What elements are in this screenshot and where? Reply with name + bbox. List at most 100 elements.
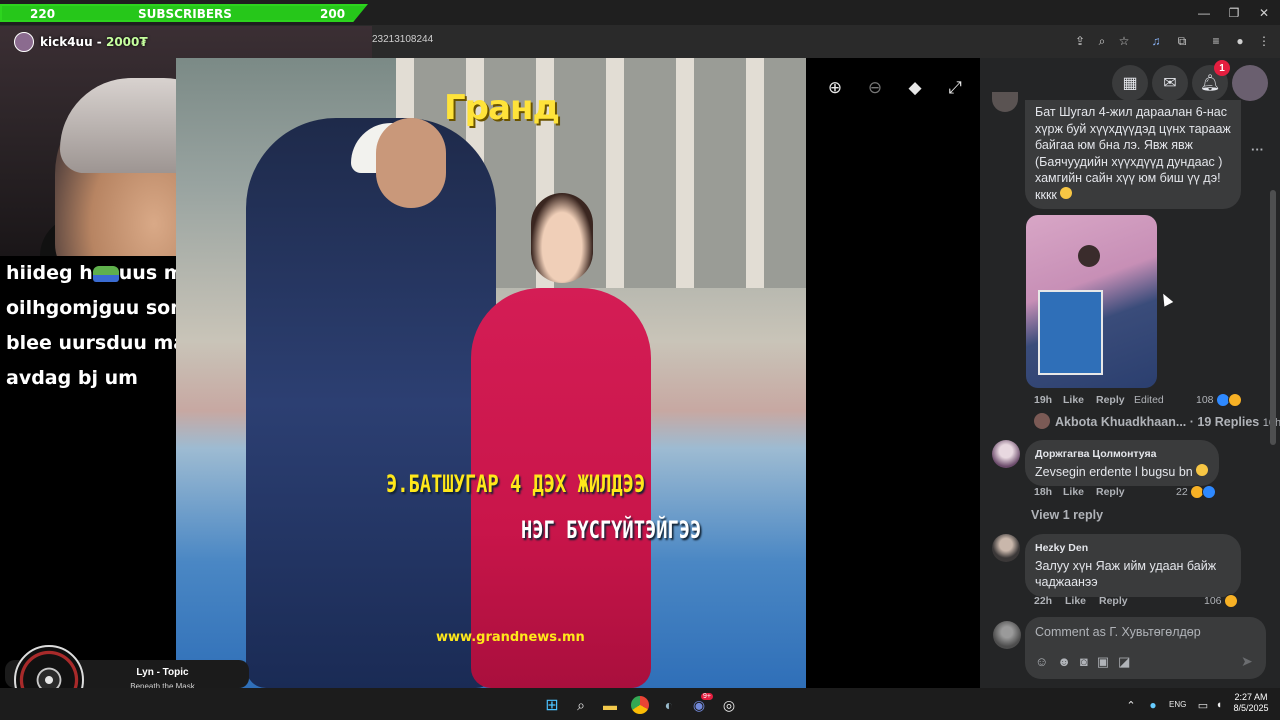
browser-menu-icon[interactable]: ⋮ bbox=[1256, 33, 1272, 49]
comment3-like-button[interactable]: Like bbox=[1065, 595, 1086, 607]
comment1-like-button[interactable]: Like bbox=[1063, 394, 1084, 406]
reply-author-name: Akbota Khuadkhaan... bbox=[1055, 415, 1187, 429]
windows-taskbar: ⊞ ⌕ ▬ ◐ ◉ 9+ ◎ ⌃ ● ENG ▭ ◖ bbox=[0, 688, 1280, 720]
comment3-avatar[interactable] bbox=[992, 534, 1020, 562]
tray-overflow-icon[interactable]: ⌃ bbox=[1122, 696, 1140, 714]
language-indicator[interactable]: ENG bbox=[1169, 700, 1186, 709]
zoom-icon[interactable]: ⌕ bbox=[1094, 33, 1110, 49]
comment3-time: 22h bbox=[1034, 595, 1053, 607]
send-icon[interactable]: ➤ bbox=[1241, 653, 1253, 670]
comment3-reactions[interactable]: 106 bbox=[1204, 594, 1238, 608]
comment-placeholder: Comment as Г. Хувьтөгөлдөр bbox=[1035, 625, 1201, 639]
camera-icon[interactable]: ◙ bbox=[1080, 654, 1088, 670]
comment-input[interactable]: Comment as Г. Хувьтөгөлдөр ☺ ☻ ◙ ▣ ◪ ➤ bbox=[1025, 617, 1266, 679]
comment2-time: 18h bbox=[1034, 486, 1053, 498]
clock-time: 2:27 AM bbox=[1234, 692, 1268, 702]
comment2-like-button[interactable]: Like bbox=[1063, 486, 1084, 498]
install-app-icon[interactable]: ⇪ bbox=[1072, 33, 1088, 49]
like-reaction-icon bbox=[1201, 485, 1216, 499]
comment2-text: Zevsegin erdente l bugsu bn bbox=[1035, 464, 1193, 479]
overlay-text-part1: hiideg h bbox=[6, 262, 93, 284]
comment2-reactions[interactable]: 22 bbox=[1176, 485, 1216, 499]
smile-emoji-icon bbox=[1196, 463, 1209, 476]
apps-grid-icon[interactable]: ▦ bbox=[1112, 65, 1148, 101]
backpack-emblem bbox=[1078, 245, 1100, 267]
view-1-reply-link[interactable]: View 1 reply bbox=[1031, 508, 1103, 522]
tag-icon[interactable]: ◆ bbox=[904, 77, 926, 99]
comment2-avatar[interactable] bbox=[992, 440, 1020, 468]
comment3-reaction-count: 106 bbox=[1204, 595, 1222, 607]
notification-badge: 1 bbox=[1214, 60, 1230, 76]
subscriber-goal-bar: 220 SUBSCRIBERS 200 bbox=[0, 4, 368, 22]
fullscreen-icon[interactable]: ⤢ bbox=[944, 77, 966, 99]
haha-reaction-icon bbox=[1223, 594, 1238, 608]
grin-emoji-icon bbox=[1060, 186, 1073, 199]
reply-author-avatar[interactable] bbox=[1034, 413, 1050, 429]
reading-list-icon[interactable]: ≡ bbox=[1208, 33, 1224, 49]
chrome-icon[interactable] bbox=[631, 696, 649, 714]
backpack-flyer bbox=[1038, 290, 1103, 375]
subscriber-label: SUBSCRIBERS bbox=[138, 7, 232, 21]
photo-viewer-panel: ⊕ ⊖ ◆ ⤢ bbox=[806, 58, 980, 688]
file-explorer-icon[interactable]: ▬ bbox=[601, 696, 619, 714]
zoom-in-icon[interactable]: ⊕ bbox=[824, 77, 846, 99]
clock-date: 8/5/2025 bbox=[1233, 703, 1269, 713]
comment3-author[interactable]: Hezky Den bbox=[1035, 540, 1231, 557]
comments-scrollbar[interactable] bbox=[1270, 190, 1276, 445]
avatar-sticker-icon[interactable]: ☺ bbox=[1035, 654, 1048, 670]
windows-start-icon[interactable]: ⊞ bbox=[543, 696, 561, 714]
gif-icon[interactable]: ▣ bbox=[1097, 654, 1109, 670]
system-clock[interactable]: 2:27 AM 8/5/2025 bbox=[1222, 692, 1280, 714]
photo-caption-line1: Э.БАТШУГАР 4 ДЭХ ЖИЛДЭЭ bbox=[386, 470, 646, 498]
music-title: Lyn - Topic bbox=[136, 667, 189, 678]
replies-count: · 19 Replies bbox=[1189, 415, 1260, 429]
search-icon[interactable]: ⌕ bbox=[572, 696, 590, 714]
messenger-icon[interactable]: ✉ bbox=[1152, 65, 1188, 101]
close-icon[interactable]: ✕ bbox=[1256, 5, 1272, 21]
extension-audio-icon[interactable]: ♫ bbox=[1148, 33, 1164, 49]
photo-website: www.grandnews.mn bbox=[436, 630, 585, 645]
emoji-icon[interactable]: ☻ bbox=[1057, 654, 1071, 670]
discord-badge: 9+ bbox=[701, 693, 713, 700]
subscriber-current: 220 bbox=[30, 7, 56, 21]
facebook-comments-panel: ▦ ✉ 🔔︎ 1 Бат Шугал 4-жил дараалан 6-нас … bbox=[980, 58, 1280, 688]
restore-icon[interactable]: ❐ bbox=[1226, 5, 1242, 21]
grand-logo: Гранд bbox=[444, 88, 560, 128]
comment3-bubble: Hezky Den Залуу хүн Яаж ийм удаан байж ч… bbox=[1025, 534, 1241, 597]
profile-avatar-icon[interactable]: ● bbox=[1232, 33, 1248, 49]
url-text[interactable]: 23213108244 bbox=[372, 34, 433, 45]
pepe-emote-icon bbox=[92, 265, 119, 282]
comment2-author[interactable]: Доржгагва Цолмонтуяа bbox=[1035, 446, 1209, 463]
zoom-out-icon[interactable]: ⊖ bbox=[864, 77, 886, 99]
donation-alert: kick4uu - 2000₮ bbox=[14, 32, 148, 52]
news-photo: Гранд Э.БАТШУГАР 4 ДЭХ ЖИЛДЭЭ НЭГ БҮСГҮЙ… bbox=[176, 58, 806, 688]
sticker-icon[interactable]: ◪ bbox=[1118, 654, 1130, 670]
comment1-reactions[interactable]: 108 bbox=[1196, 393, 1242, 407]
comment-options-icon[interactable]: ··· bbox=[1251, 142, 1264, 157]
comment3-text: Залуу хүн Яаж ийм удаан байж чаджаанээ bbox=[1035, 558, 1217, 590]
view-replies-link[interactable]: Akbota Khuadkhaan... · 19 Replies 10h bbox=[1055, 415, 1280, 429]
comment1-reaction-count: 108 bbox=[1196, 394, 1214, 406]
backpack-image[interactable] bbox=[1026, 215, 1157, 388]
current-user-avatar[interactable] bbox=[993, 621, 1021, 649]
comment2-reaction-count: 22 bbox=[1176, 486, 1188, 498]
obs-icon[interactable]: ◎ bbox=[720, 696, 738, 714]
photo-caption-line2: НЭГ БҮСГҮЙТЭЙГЭЭ bbox=[521, 516, 702, 544]
comment2-reply-button[interactable]: Reply bbox=[1096, 486, 1125, 498]
comment1-time: 19h bbox=[1034, 394, 1053, 406]
profile-avatar[interactable] bbox=[1232, 65, 1268, 101]
comment1-edited: Edited bbox=[1134, 394, 1164, 406]
steam-icon[interactable]: ◐ bbox=[660, 696, 678, 714]
comment1-reply-button[interactable]: Reply bbox=[1096, 394, 1125, 406]
comment2-bubble: Доржгагва Цолмонтуяа Zevsegin erdente l … bbox=[1025, 440, 1219, 486]
comment3-reply-button[interactable]: Reply bbox=[1099, 595, 1128, 607]
haha-reaction-icon bbox=[1227, 393, 1242, 407]
comment1-avatar[interactable] bbox=[992, 92, 1018, 112]
donor-avatar bbox=[14, 32, 34, 52]
extensions-icon[interactable]: ⧉ bbox=[1174, 33, 1190, 49]
donation-amount: 2000₮ bbox=[105, 35, 148, 49]
minimize-icon[interactable]: — bbox=[1196, 5, 1212, 21]
bookmark-star-icon[interactable]: ☆ bbox=[1116, 33, 1132, 49]
subscriber-target: 200 bbox=[320, 7, 346, 21]
microphone-icon[interactable]: ● bbox=[1144, 696, 1162, 714]
